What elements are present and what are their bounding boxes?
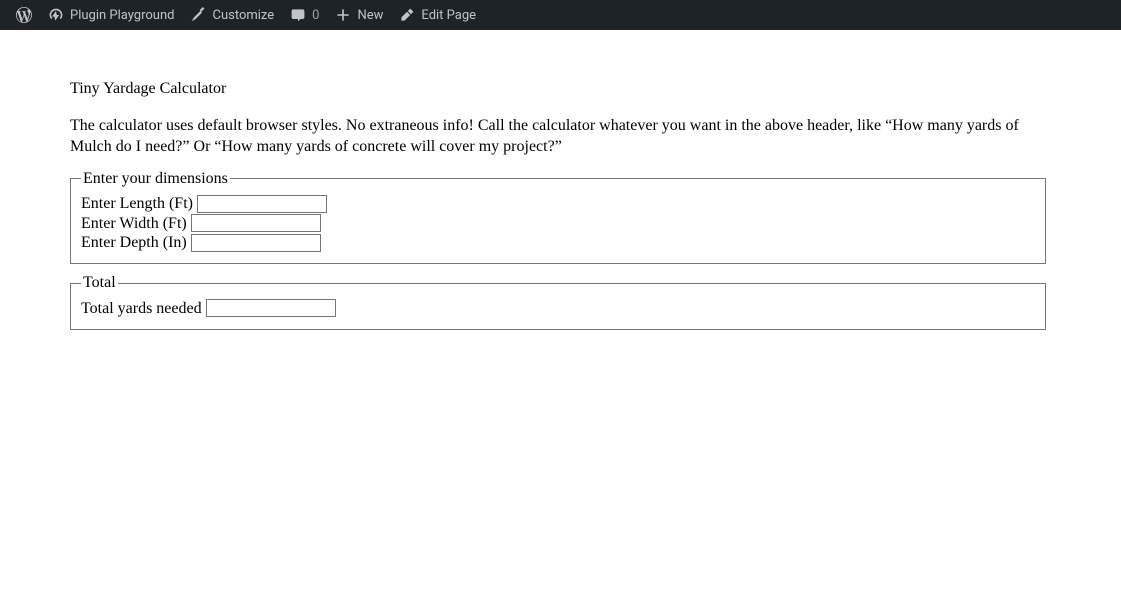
edit-page-label: Edit Page [421, 8, 476, 23]
total-fieldset: Total Total yards needed [70, 274, 1046, 330]
width-input[interactable] [191, 214, 321, 232]
customize-label: Customize [212, 8, 274, 23]
page-content: Tiny Yardage Calculator The calculator u… [0, 30, 1121, 390]
wp-logo-menu[interactable] [8, 0, 40, 30]
dimensions-fieldset: Enter your dimensions Enter Length (Ft) … [70, 170, 1046, 265]
site-title-label: Plugin Playground [70, 8, 174, 23]
dimensions-legend: Enter your dimensions [81, 170, 230, 188]
width-label: Enter Width (Ft) [81, 215, 187, 233]
plus-icon [335, 7, 351, 23]
depth-label: Enter Depth (In) [81, 234, 187, 252]
new-label: New [357, 8, 383, 23]
wp-admin-bar: Plugin Playground Customize 0 New Edit P… [0, 0, 1121, 30]
edit-page-menu[interactable]: Edit Page [391, 0, 484, 30]
length-label: Enter Length (Ft) [81, 195, 193, 213]
total-label: Total yards needed [81, 300, 202, 318]
page-title: Tiny Yardage Calculator [70, 80, 1051, 98]
customize-menu[interactable]: Customize [182, 0, 282, 30]
depth-input[interactable] [191, 234, 321, 252]
paintbrush-icon [190, 7, 206, 23]
comment-icon [290, 7, 306, 23]
new-content-menu[interactable]: New [327, 0, 391, 30]
total-legend: Total [81, 274, 118, 292]
pencil-icon [399, 7, 415, 23]
comment-count: 0 [312, 8, 319, 23]
comments-menu[interactable]: 0 [282, 0, 327, 30]
total-input[interactable] [206, 299, 336, 317]
page-description: The calculator uses default browser styl… [70, 116, 1050, 158]
site-title-menu[interactable]: Plugin Playground [40, 0, 182, 30]
dashboard-icon [48, 7, 64, 23]
wordpress-logo-icon [16, 7, 32, 23]
length-input[interactable] [197, 195, 327, 213]
